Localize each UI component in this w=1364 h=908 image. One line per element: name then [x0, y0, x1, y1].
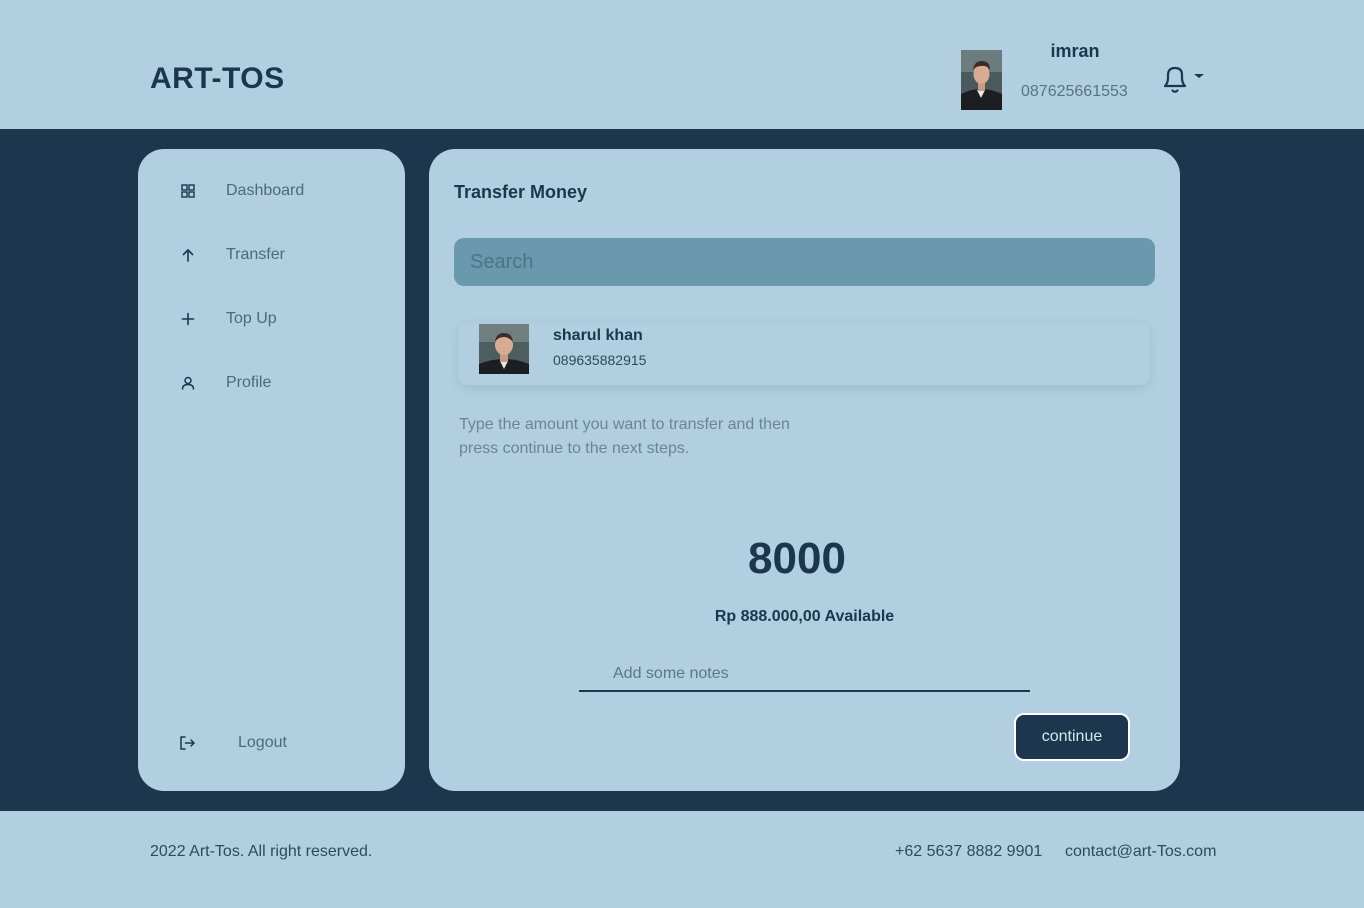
sidebar-item-label: Profile — [226, 374, 272, 391]
logout-icon — [176, 731, 200, 755]
logout-label: Logout — [238, 734, 287, 751]
caret-down-icon — [1194, 74, 1204, 78]
sidebar-item-profile[interactable]: Profile — [176, 369, 271, 397]
sidebar-item-top-up[interactable]: Top Up — [176, 305, 277, 333]
header: ART-TOS imran 087625661553 — [0, 0, 1364, 129]
footer-copyright: 2022 Art-Tos. All right reserved. — [150, 843, 373, 860]
user-phone: 087625661553 — [1021, 83, 1128, 100]
amount-display[interactable]: 8000 — [429, 534, 1165, 584]
sidebar-item-label: Transfer — [226, 246, 285, 263]
transfer-hint: Type the amount you want to transfer and… — [459, 416, 790, 457]
sidebar-item-label: Dashboard — [226, 182, 305, 199]
sidebar-item-dashboard[interactable]: Dashboard — [176, 177, 304, 205]
notes-input[interactable] — [579, 664, 1030, 683]
recipient-avatar — [479, 324, 529, 374]
recipient-phone: 089635882915 — [553, 352, 647, 368]
notes-field — [579, 657, 1030, 692]
logout-button[interactable]: Logout — [176, 729, 287, 757]
sidebar-item-transfer[interactable]: Transfer — [176, 241, 285, 269]
user-avatar[interactable] — [961, 50, 1002, 110]
footer-phone[interactable]: +62 5637 8882 9901 — [895, 843, 1042, 861]
user-name: imran — [1050, 41, 1100, 61]
search-input[interactable] — [454, 238, 1155, 286]
brand-logo[interactable]: ART-TOS — [150, 62, 285, 96]
transfer-card: Transfer Money sharul khan 089635882915 … — [429, 149, 1180, 791]
page-title: Transfer Money — [454, 182, 588, 202]
continue-button[interactable]: continue — [1014, 713, 1130, 761]
footer-email[interactable]: contact@art-Tos.com — [1065, 843, 1216, 861]
bell-icon[interactable] — [1163, 66, 1187, 93]
notification-menu[interactable] — [1160, 64, 1206, 96]
recipient-name: sharul khan — [553, 327, 643, 344]
sidebar: Dashboard Transfer Top Up Profile Logout — [138, 149, 405, 791]
recipient-card[interactable]: sharul khan 089635882915 — [459, 323, 1149, 385]
arrow-up-icon — [176, 243, 200, 267]
plus-icon — [176, 307, 200, 331]
available-balance: Rp 888.000,00 Available — [714, 608, 895, 625]
sidebar-item-label: Top Up — [226, 310, 277, 327]
grid-icon — [176, 179, 200, 203]
user-icon — [176, 371, 200, 395]
